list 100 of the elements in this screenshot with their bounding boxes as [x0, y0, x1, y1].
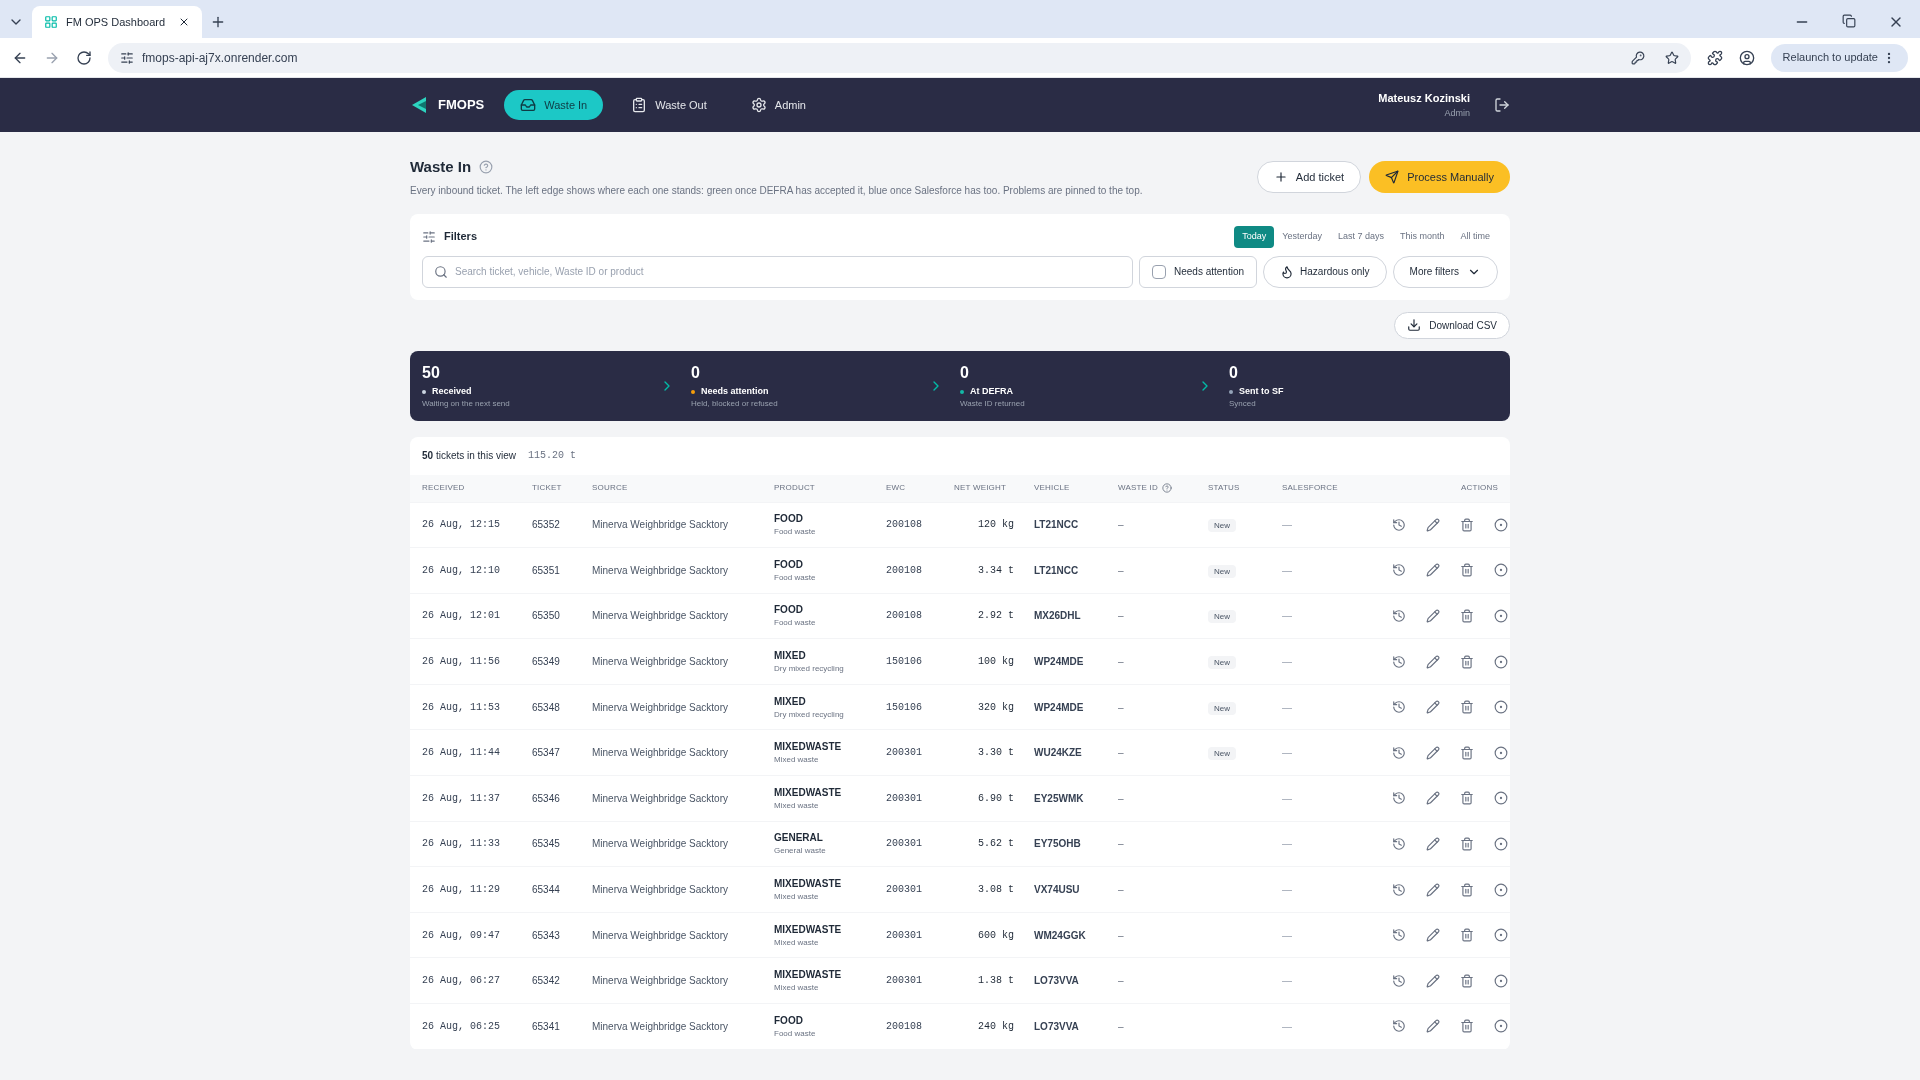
address-bar[interactable]: fmops-api-aj7x.onrender.com	[108, 42, 1691, 73]
circle-dot-icon[interactable]	[1494, 654, 1508, 669]
history-icon[interactable]	[1392, 836, 1406, 851]
date-range-tab[interactable]: Last 7 days	[1329, 225, 1392, 248]
circle-dot-icon[interactable]	[1494, 609, 1508, 623]
download-csv-button[interactable]: Download CSV	[1394, 311, 1510, 339]
history-icon[interactable]	[1392, 791, 1406, 806]
waste-id-cell-text: –	[1118, 563, 1125, 578]
extensions-icon[interactable]	[1706, 49, 1723, 66]
date-range-tab[interactable]: Today	[1234, 225, 1275, 248]
nav-tab[interactable]: Admin	[734, 90, 822, 120]
nav-tab[interactable]: Waste In	[504, 90, 604, 120]
logout-icon[interactable]	[1494, 97, 1510, 113]
delete-icon[interactable]	[1460, 882, 1474, 897]
history-icon[interactable]	[1392, 928, 1406, 943]
edit-icon[interactable]	[1426, 1019, 1440, 1034]
circle-dot-icon[interactable]	[1494, 745, 1508, 760]
history-icon[interactable]	[1392, 700, 1406, 715]
circle-dot-icon[interactable]	[1494, 973, 1508, 988]
ticket-count: 50 tickets in this view	[422, 449, 516, 463]
key-icon[interactable]	[1630, 50, 1645, 65]
salesforce-cell-text: —	[1282, 655, 1293, 670]
circle-dot-icon[interactable]	[1494, 882, 1508, 897]
delete-icon[interactable]	[1460, 836, 1474, 851]
circle-dot-icon[interactable]	[1494, 700, 1508, 715]
needs-attention-checkbox[interactable]: Needs attention	[1139, 255, 1258, 288]
delete-icon[interactable]	[1460, 1019, 1474, 1034]
restore-icon[interactable]	[1842, 14, 1856, 28]
ticket-cell-text: 65348	[532, 700, 561, 715]
history-icon[interactable]	[1392, 882, 1406, 897]
plus-icon	[1273, 169, 1288, 184]
relaunch-button[interactable]: Relaunch to update	[1770, 43, 1908, 72]
edit-icon[interactable]	[1426, 745, 1440, 760]
source-cell-text: Minerva Weighbridge Sacktory	[592, 655, 729, 670]
bookmark-icon[interactable]	[1664, 50, 1679, 65]
circle-dot-icon[interactable]	[1494, 563, 1508, 578]
history-icon[interactable]	[1392, 517, 1406, 532]
delete-icon[interactable]	[1460, 654, 1474, 669]
page-title: Waste In	[410, 157, 472, 177]
ewc-cell-text: 200301	[886, 928, 923, 943]
stage-label: Sent to SF	[1239, 384, 1284, 398]
weight-cell-text: 240 kg	[977, 1019, 1015, 1034]
waste-id-cell-text: –	[1118, 1019, 1125, 1034]
history-icon[interactable]	[1392, 609, 1406, 623]
delete-icon[interactable]	[1460, 609, 1474, 623]
date-range-tab[interactable]: This month	[1391, 225, 1453, 248]
received-cell-text: 26 Aug, 11:29	[422, 883, 501, 898]
date-range-tab[interactable]: All time	[1452, 225, 1498, 248]
vehicle-cell-text: EY25WMK	[1034, 791, 1085, 806]
waste-id-cell-text: –	[1118, 791, 1125, 806]
edit-icon[interactable]	[1426, 928, 1440, 943]
received-cell-text: 26 Aug, 11:44	[422, 746, 501, 761]
reload-icon[interactable]	[76, 49, 92, 66]
nav-tab[interactable]: Waste Out	[615, 90, 723, 120]
history-icon[interactable]	[1392, 973, 1406, 988]
circle-dot-icon[interactable]	[1494, 1019, 1508, 1034]
history-icon[interactable]	[1392, 1019, 1406, 1034]
vehicle-cell-text: EY75OHB	[1034, 837, 1082, 852]
search-field[interactable]: Search ticket, vehicle, Waste ID or product	[422, 255, 1133, 288]
edit-icon[interactable]	[1426, 517, 1440, 532]
edit-icon[interactable]	[1426, 882, 1440, 897]
new-tab-icon[interactable]	[210, 14, 226, 30]
delete-icon[interactable]	[1460, 928, 1474, 943]
edit-icon[interactable]	[1426, 836, 1440, 851]
close-icon[interactable]	[178, 16, 190, 28]
circle-dot-icon[interactable]	[1494, 836, 1508, 851]
stage-subtitle: Waste ID returned	[960, 398, 1026, 411]
date-range-tab[interactable]: Yesterday	[1274, 225, 1330, 248]
column-header: ACTIONS	[1460, 482, 1498, 494]
source-cell-text: Minerva Weighbridge Sacktory	[592, 700, 729, 715]
weight-cell-text: 600 kg	[977, 928, 1015, 943]
edit-icon[interactable]	[1426, 791, 1440, 806]
edit-icon[interactable]	[1426, 654, 1440, 669]
waste-id-cell-text: –	[1118, 700, 1125, 715]
history-icon[interactable]	[1392, 745, 1406, 760]
delete-icon[interactable]	[1460, 745, 1474, 760]
delete-icon[interactable]	[1460, 517, 1474, 532]
circle-dot-icon[interactable]	[1494, 928, 1508, 943]
history-icon[interactable]	[1392, 654, 1406, 669]
column-header: SOURCE	[592, 482, 629, 494]
edit-icon[interactable]	[1426, 973, 1440, 988]
checkbox[interactable]	[1152, 264, 1166, 279]
product-name: FOOD	[774, 603, 804, 618]
browser-tab[interactable]: FM OPS Dashboard	[32, 6, 202, 38]
history-icon[interactable]	[1392, 563, 1406, 578]
ticket-cell-text: 65352	[532, 518, 561, 533]
circle-dot-icon[interactable]	[1494, 517, 1508, 532]
delete-icon[interactable]	[1460, 563, 1474, 578]
delete-icon[interactable]	[1460, 973, 1474, 988]
circle-dot-icon[interactable]	[1494, 791, 1508, 806]
profile-icon[interactable]	[1738, 49, 1755, 66]
edit-icon[interactable]	[1426, 609, 1440, 623]
edit-icon[interactable]	[1426, 700, 1440, 715]
process-manually-button[interactable]: Process Manually	[1369, 160, 1510, 193]
edit-icon[interactable]	[1426, 563, 1440, 578]
column-header: EWC	[886, 482, 907, 494]
add-ticket-button[interactable]: Add ticket	[1256, 160, 1362, 193]
delete-icon[interactable]	[1460, 791, 1474, 806]
delete-icon[interactable]	[1460, 700, 1474, 715]
user-role: Admin	[1444, 106, 1470, 120]
